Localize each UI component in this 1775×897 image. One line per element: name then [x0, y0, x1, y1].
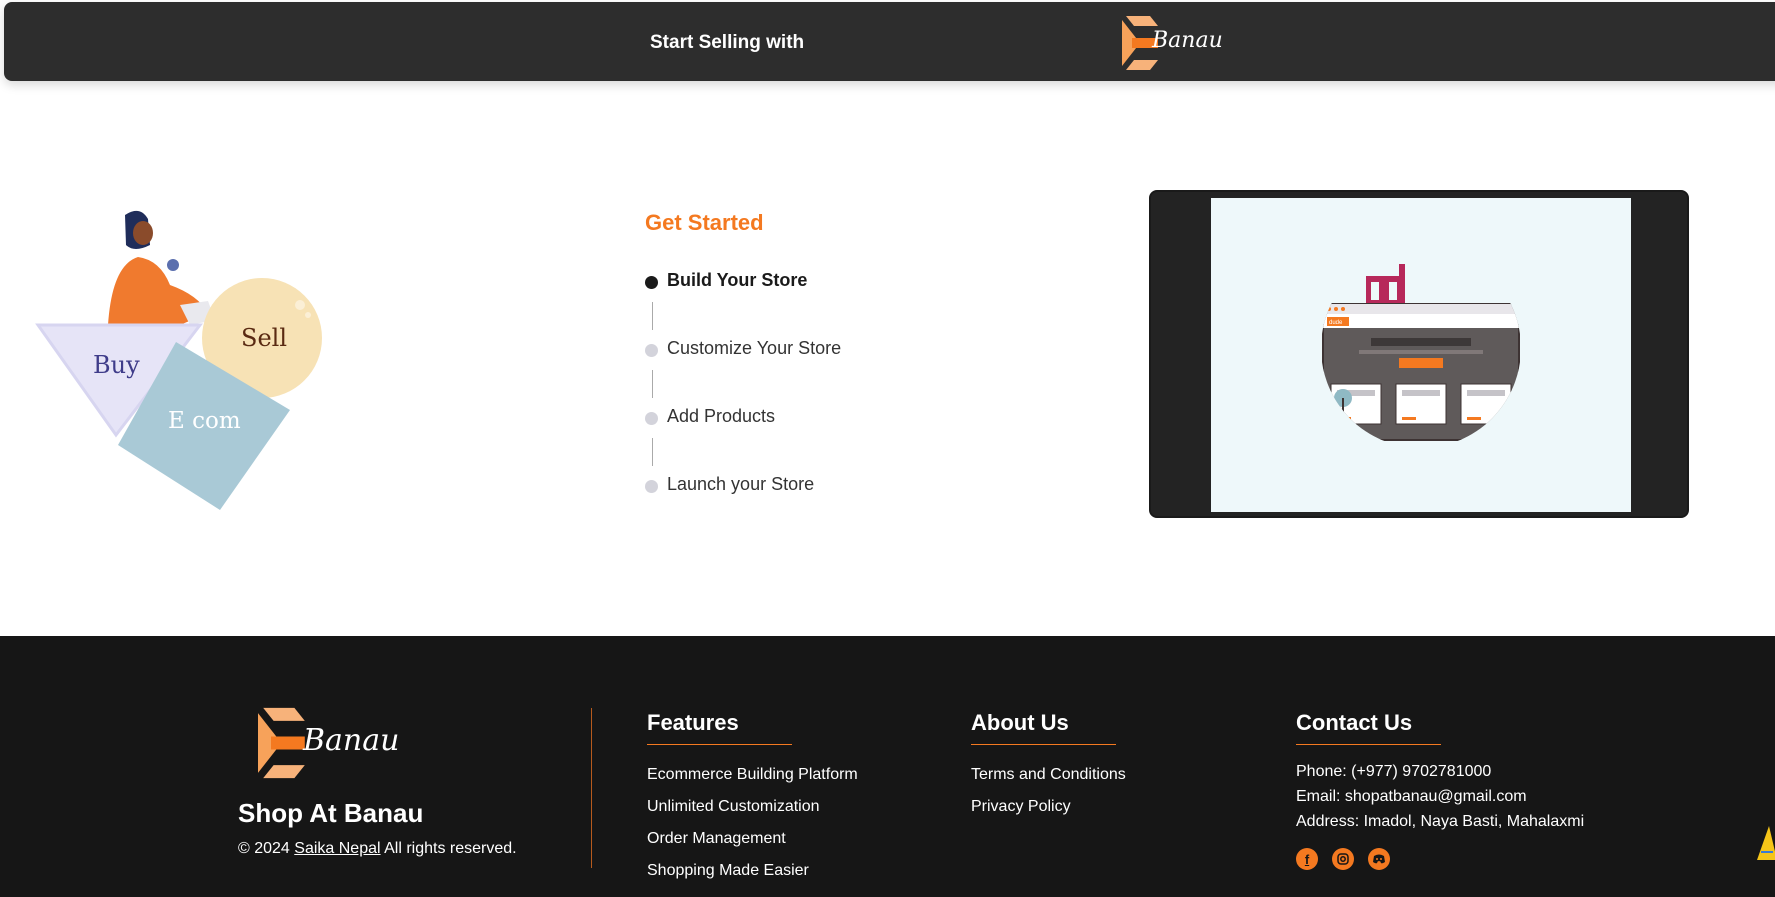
about-heading: About Us: [971, 710, 1116, 745]
step-connector: [652, 370, 653, 398]
social-links: f: [1296, 848, 1584, 870]
step-dot-active: [645, 276, 658, 289]
contact-address: Address: Imadol, Naya Basti, Mahalaxmi: [1296, 813, 1585, 830]
step-customize-store[interactable]: Customize Your Store: [645, 338, 841, 406]
saika-nepal-link[interactable]: Saika Nepal: [294, 840, 380, 857]
store-preview-frame: dude: [1149, 190, 1689, 518]
corner-decoration-icon: [1757, 826, 1775, 860]
banner-logo-word: Banau: [1152, 28, 1223, 53]
step-dot: [645, 412, 658, 425]
banau-logo[interactable]: Banau: [1122, 16, 1223, 70]
storefront-illustration: dude: [1321, 258, 1521, 448]
shop-title: Shop At Banau: [238, 798, 424, 828]
contact-phone: Phone: (+977) 9702781000: [1296, 763, 1492, 780]
copyright: © 2024 Saika Nepal All rights reserved.: [238, 840, 517, 858]
copyright-prefix: © 2024: [238, 840, 290, 857]
step-label: Customize Your Store: [667, 338, 842, 358]
privacy-link[interactable]: Privacy Policy: [971, 791, 1126, 823]
instagram-icon[interactable]: [1332, 848, 1354, 870]
contact-email: Email: shopatbanau@gmail.com: [1296, 788, 1527, 805]
terms-link[interactable]: Terms and Conditions: [971, 759, 1126, 791]
buy-sell-ecom-illustration: Buy Sell E com: [30, 205, 340, 515]
site-footer: Banau Shop At Banau © 2024 Saika Nepal A…: [0, 636, 1775, 897]
step-label: Add Products: [667, 406, 776, 426]
step-label: Launch your Store: [667, 474, 815, 494]
buy-label: Buy: [93, 351, 140, 379]
features-heading: Features: [647, 710, 792, 745]
features-link[interactable]: Unlimited Customization: [647, 791, 858, 823]
get-started-heading: Get Started: [645, 210, 764, 235]
step-launch-store[interactable]: Launch your Store: [645, 474, 841, 542]
svg-text:dude: dude: [1329, 320, 1343, 326]
features-link[interactable]: Order Management: [647, 823, 858, 855]
features-link[interactable]: Shopping Made Easier: [647, 855, 858, 887]
footer-logo-word: Banau: [303, 723, 400, 758]
footer-divider: [591, 708, 592, 868]
discord-icon[interactable]: [1368, 848, 1390, 870]
contact-column: Contact Us Phone: (+977) 9702781000 Emai…: [1296, 710, 1584, 870]
step-dot: [645, 480, 658, 493]
step-label: Build Your Store: [667, 270, 808, 290]
steps-list: Build Your Store Customize Your Store Ad…: [645, 270, 841, 542]
contact-heading: Contact Us: [1296, 710, 1441, 745]
copyright-suffix: All rights reserved.: [384, 840, 517, 857]
store-preview-screen: dude: [1211, 198, 1631, 512]
about-column: About Us Terms and Conditions Privacy Po…: [971, 710, 1126, 823]
step-connector: [652, 302, 653, 330]
sell-label: Sell: [241, 324, 287, 352]
step-dot: [645, 344, 658, 357]
page: Start Selling with Banau Buy Sell E com …: [0, 0, 1775, 897]
features-column: Features Ecommerce Building Platform Unl…: [647, 710, 858, 887]
features-link[interactable]: Ecommerce Building Platform: [647, 759, 858, 791]
footer-logo[interactable]: Banau: [258, 706, 408, 781]
ecom-label: E com: [168, 408, 241, 434]
woman-sitting-illustration: [108, 210, 215, 325]
facebook-icon[interactable]: f: [1296, 848, 1318, 870]
step-add-products[interactable]: Add Products: [645, 406, 841, 474]
step-build-store[interactable]: Build Your Store: [645, 270, 841, 338]
banner-text: Start Selling with: [650, 32, 805, 53]
step-connector: [652, 438, 653, 466]
top-banner: Start Selling with Banau: [4, 2, 1775, 81]
